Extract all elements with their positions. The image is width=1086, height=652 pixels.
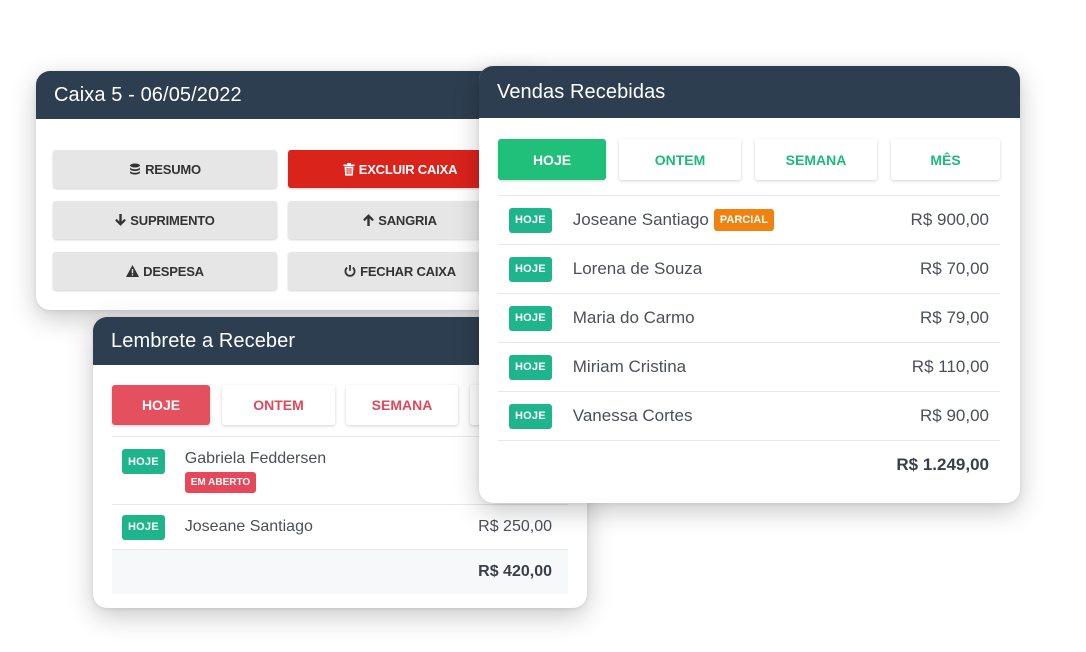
arrow-down-icon [115,214,127,226]
amount: R$ 79,00 [920,308,989,327]
power-icon [344,265,356,277]
tab-label: HOJE [141,397,181,413]
parcial-badge: PARCIAL [713,209,774,231]
tab-label: SEMANA [785,151,847,168]
vendas-tab-ontem[interactable]: ONTEM [619,139,741,180]
client-name: Gabriela Feddersen [184,450,327,467]
amount: R$ 90,00 [920,406,989,425]
client-name: Miriam Cristina [572,357,687,376]
amount: R$ 250,00 [478,518,552,535]
tab-label: HOJE [532,151,572,168]
caixa-header: Caixa 5 - 06/05/2022 [36,71,546,119]
total-amount: R$ 420,00 [478,563,552,580]
vendas-title: Vendas Recebidas [497,80,666,103]
list-item[interactable]: HOJE Joseane Santiago PARCIAL R$ 900,00 [498,195,1000,244]
hoje-badge: HOJE [122,449,165,474]
total-row: R$ 420,00 [112,549,568,594]
client-name: Maria do Carmo [572,308,695,327]
lembrete-tab-hoje[interactable]: HOJE [112,385,210,425]
warning-icon [126,265,140,277]
hoje-badge: HOJE [122,514,165,540]
hoje-badge: HOJE [509,207,552,233]
em-aberto-badge: EM ABERTO [184,472,257,493]
caixa-card: Caixa 5 - 06/05/2022 RESUMO EXCLUIR CAIX… [36,71,546,310]
vendas-card: Vendas Recebidas HOJE ONTEM SEMANA MÊS H… [479,66,1020,503]
lembrete-tab-semana[interactable]: SEMANA [346,385,458,425]
tab-label: MÊS [930,151,961,168]
excluir-caixa-label: EXCLUIR CAIXA [358,161,458,177]
resumo-button[interactable]: RESUMO [53,150,277,188]
despesa-label: DESPESA [143,263,204,279]
amount: R$ 110,00 [911,357,989,376]
total-amount: R$ 1.249,00 [896,455,989,474]
hoje-badge: HOJE [509,403,552,429]
sangria-label: SANGRIA [378,212,437,228]
vendas-header: Vendas Recebidas [479,66,1020,118]
list-item[interactable]: HOJE Maria do Carmo R$ 79,00 [498,293,1000,342]
vendas-list: HOJE Joseane Santiago PARCIAL R$ 900,00 … [498,195,1000,489]
tab-label: ONTEM [654,151,706,168]
arrow-up-icon [363,214,375,226]
hoje-badge: HOJE [509,305,552,331]
vendas-tab-mes[interactable]: MÊS [891,139,1000,180]
despesa-button[interactable]: DESPESA [53,252,277,290]
hoje-badge: HOJE [509,354,552,380]
suprimento-button[interactable]: SUPRIMENTO [53,201,277,239]
amount: R$ 900,00 [910,210,989,229]
client-name: Lorena de Souza [572,259,703,278]
tab-label: ONTEM [253,397,304,413]
list-item[interactable]: HOJE Joseane Santiago R$ 250,00 [112,504,568,549]
resumo-label: RESUMO [145,161,201,177]
caixa-title: Caixa 5 - 06/05/2022 [54,83,242,106]
lembrete-tab-ontem[interactable]: ONTEM [222,385,335,425]
lembrete-title: Lembrete a Receber [111,329,296,352]
amount: R$ 70,00 [920,259,989,278]
tab-label: SEMANA [371,397,433,413]
list-item[interactable]: HOJE Vanessa Cortes R$ 90,00 [498,391,1000,440]
hoje-badge: HOJE [509,256,552,282]
total-row: R$ 1.249,00 [498,440,1000,489]
client-name: Vanessa Cortes [572,406,693,425]
database-icon [130,163,141,175]
client-name: Joseane Santiago [572,210,709,229]
list-item[interactable]: HOJE Miriam Cristina R$ 110,00 [498,342,1000,391]
trash-icon [343,162,355,176]
vendas-tab-semana[interactable]: SEMANA [755,139,877,180]
suprimento-label: SUPRIMENTO [130,212,215,228]
vendas-tabs: HOJE ONTEM SEMANA MÊS [498,139,1001,180]
vendas-tab-hoje[interactable]: HOJE [498,139,606,180]
client-name: Joseane Santiago [184,518,313,535]
list-item[interactable]: HOJE Lorena de Souza R$ 70,00 [498,244,1000,293]
fechar-caixa-label: FECHAR CAIXA [360,263,456,279]
